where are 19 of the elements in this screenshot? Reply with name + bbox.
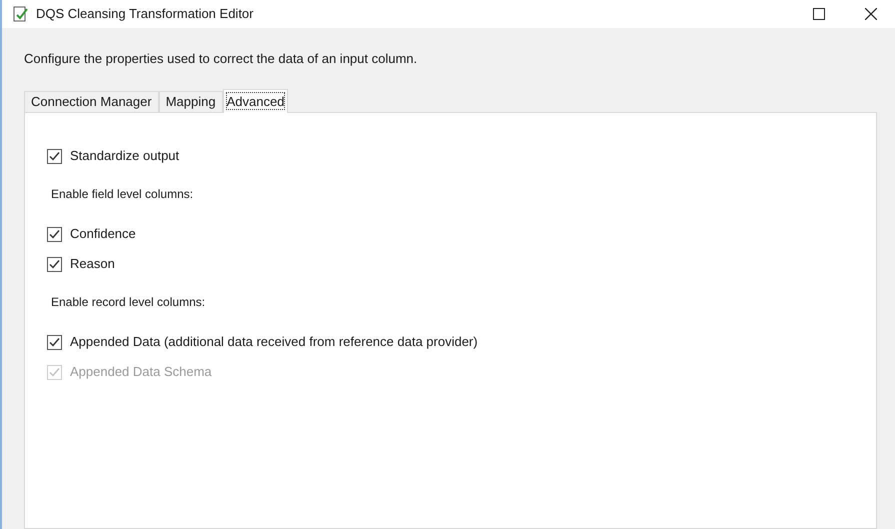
- checkbox-label: Appended Data Schema: [70, 363, 212, 382]
- section-heading: Enable record level columns:: [51, 294, 206, 311]
- maximize-icon[interactable]: [813, 8, 825, 20]
- tab[interactable]: Mapping: [158, 91, 223, 112]
- tab[interactable]: Connection Manager: [24, 91, 159, 112]
- checkbox-label: Reason: [70, 255, 115, 274]
- checkbox-label: Confidence: [70, 225, 136, 244]
- section-heading: Enable field level columns:: [51, 186, 194, 203]
- checkbox-label: Standardize output: [70, 147, 180, 166]
- checkbox-label: Appended Data (additional data received from reference data provider): [70, 333, 478, 352]
- checkbox[interactable]: [47, 334, 62, 350]
- checkbox[interactable]: [47, 148, 62, 164]
- app-icon: [12, 5, 30, 23]
- window-title: DQS Cleansing Transformation Editor: [36, 5, 254, 24]
- close-icon[interactable]: [865, 8, 877, 20]
- tab[interactable]: Advanced: [222, 89, 288, 113]
- description-text: Configure the properties used to correct the data of an input column.: [24, 51, 418, 66]
- checkbox[interactable]: [47, 256, 62, 272]
- checkbox[interactable]: [47, 226, 62, 242]
